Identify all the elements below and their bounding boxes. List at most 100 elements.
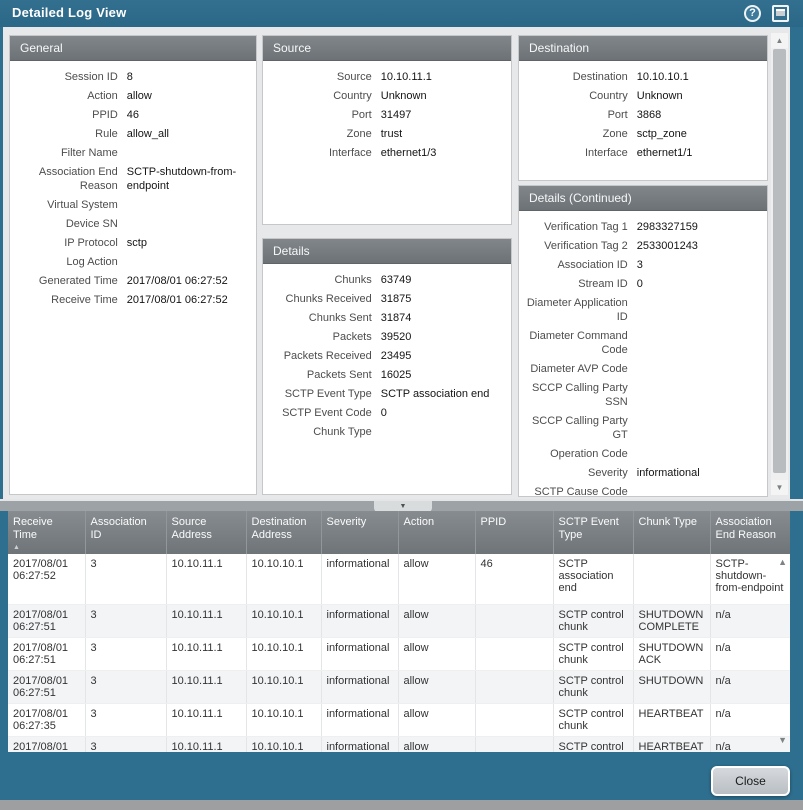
- column-header-association-id[interactable]: Association ID: [85, 511, 166, 554]
- field-value: allow: [127, 89, 249, 103]
- field-zone: Zonetrust: [267, 127, 504, 141]
- field-chunks-received: Chunks Received31875: [267, 292, 504, 306]
- column-header-chunk-type[interactable]: Chunk Type: [633, 511, 710, 554]
- field-label: Zone: [523, 127, 637, 141]
- column-header-receive-time[interactable]: Receive Time▲: [8, 511, 85, 554]
- field-label: Interface: [267, 146, 381, 160]
- scrollbar-thumb[interactable]: [773, 49, 786, 473]
- cell-association-id: 3: [85, 703, 166, 736]
- field-label: Receive Time: [14, 293, 127, 307]
- column-header-destination-address[interactable]: Destination Address: [246, 511, 321, 554]
- field-device-sn: Device SN: [14, 217, 249, 231]
- scroll-down-icon[interactable]: ▼: [771, 480, 788, 495]
- field-value: [637, 362, 760, 376]
- panel-details: Details Chunks63749 Chunks Received31875…: [262, 238, 512, 495]
- cell-action: allow: [398, 637, 475, 670]
- column-header-association-end-reason[interactable]: Association End Reason: [710, 511, 790, 554]
- panel-details-body: Chunks63749 Chunks Received31875 Chunks …: [263, 264, 511, 448]
- field-value: SCTP-shutdown-from-endpoint: [127, 165, 249, 193]
- table-row[interactable]: 2017/08/01 06:27:51 3 10.10.11.1 10.10.1…: [8, 604, 790, 637]
- column-header-sctp-event-type[interactable]: SCTP Event Type: [553, 511, 633, 554]
- cell-destination-address: 10.10.10.1: [246, 637, 321, 670]
- help-icon[interactable]: ?: [744, 5, 761, 22]
- related-logs-table: Receive Time▲ Association ID Source Addr…: [8, 511, 790, 752]
- cell-chunk-type: SHUTDOWN ACK: [633, 637, 710, 670]
- cell-severity: informational: [321, 604, 398, 637]
- cell-association-id: 3: [85, 604, 166, 637]
- field-label: Rule: [14, 127, 127, 141]
- field-label: Verification Tag 1: [523, 220, 637, 234]
- detail-panels-region: General Session ID8 Actionallow PPID46 R…: [0, 27, 803, 499]
- field-label: PPID: [14, 108, 127, 122]
- background-bottom-strip: [0, 800, 803, 810]
- field-diameter-application-id: Diameter Application ID: [523, 296, 760, 324]
- close-button[interactable]: Close: [711, 766, 790, 796]
- field-label: Zone: [267, 127, 381, 141]
- cell-association-id: 3: [85, 554, 166, 604]
- table-row[interactable]: 2017/08/01 06:27:52 3 10.10.11.1 10.10.1…: [8, 554, 790, 604]
- field-sccp-calling-party-ssn: SCCP Calling Party SSN: [523, 381, 760, 409]
- table-row[interactable]: 2017/08/01 06:27:35 3 10.10.11.1 10.10.1…: [8, 703, 790, 736]
- cell-source-address: 10.10.11.1: [166, 604, 246, 637]
- field-verification-tag-1: Verification Tag 12983327159: [523, 220, 760, 234]
- column-header-source-address[interactable]: Source Address: [166, 511, 246, 554]
- field-label: SCTP Event Code: [267, 406, 381, 420]
- cell-receive-time: 2017/08/01 06:27:52: [8, 554, 85, 604]
- field-label: Log Action: [14, 255, 127, 269]
- field-label: Association End Reason: [14, 165, 127, 193]
- field-packets-received: Packets Received23495: [267, 349, 504, 363]
- column-header-ppid[interactable]: PPID: [475, 511, 553, 554]
- field-country: CountryUnknown: [267, 89, 504, 103]
- table-row[interactable]: 2017/08/01 06:27:51 3 10.10.11.1 10.10.1…: [8, 670, 790, 703]
- table-row[interactable]: 2017/08/01 06:27:51 3 10.10.11.1 10.10.1…: [8, 637, 790, 670]
- cell-association-end-reason: n/a: [710, 703, 790, 736]
- field-label: Diameter Command Code: [523, 329, 637, 357]
- cell-association-end-reason: n/a: [710, 604, 790, 637]
- field-value: [637, 329, 760, 357]
- table-scroll-down-icon[interactable]: ▼: [778, 735, 787, 745]
- cell-association-end-reason: n/a: [710, 637, 790, 670]
- field-sctp-event-code: SCTP Event Code0: [267, 406, 504, 420]
- table-row[interactable]: 2017/08/01 06:27:35 3 10.10.11.1 10.10.1…: [8, 736, 790, 752]
- panel-table-splitter: ▼: [0, 499, 803, 511]
- cell-source-address: 10.10.11.1: [166, 554, 246, 604]
- panel-source: Source Source10.10.11.1 CountryUnknown P…: [262, 35, 512, 225]
- dialog-title: Detailed Log View: [12, 5, 126, 20]
- cell-destination-address: 10.10.10.1: [246, 736, 321, 752]
- cell-sctp-event-type: SCTP control chunk: [553, 736, 633, 752]
- field-diameter-command-code: Diameter Command Code: [523, 329, 760, 357]
- field-port: Port3868: [523, 108, 760, 122]
- field-verification-tag-2: Verification Tag 22533001243: [523, 239, 760, 253]
- cell-destination-address: 10.10.10.1: [246, 604, 321, 637]
- field-label: Device SN: [14, 217, 127, 231]
- field-value: [381, 425, 504, 439]
- field-label: Chunks Received: [267, 292, 381, 306]
- field-value: 39520: [381, 330, 504, 344]
- field-label: Severity: [523, 466, 637, 480]
- field-filter-name: Filter Name: [14, 146, 249, 160]
- scroll-up-icon[interactable]: ▲: [771, 33, 788, 48]
- panels-scrollbar[interactable]: ▲ ▼: [771, 33, 788, 495]
- cell-chunk-type: SHUTDOWN COMPLETE: [633, 604, 710, 637]
- field-session-id: Session ID8: [14, 70, 249, 84]
- column-header-action[interactable]: Action: [398, 511, 475, 554]
- field-label: SCTP Event Type: [267, 387, 381, 401]
- field-label: Diameter Application ID: [523, 296, 637, 324]
- field-operation-code: Operation Code: [523, 447, 760, 461]
- field-label: Packets Received: [267, 349, 381, 363]
- field-value: Unknown: [637, 89, 760, 103]
- column-header-severity[interactable]: Severity: [321, 511, 398, 554]
- cell-receive-time: 2017/08/01 06:27:51: [8, 670, 85, 703]
- field-rule: Ruleallow_all: [14, 127, 249, 141]
- window-restore-icon[interactable]: [772, 5, 789, 22]
- field-value: ethernet1/3: [381, 146, 504, 160]
- field-value: [637, 381, 760, 409]
- panel-details-continued-body: Verification Tag 12983327159 Verificatio…: [519, 211, 767, 508]
- panel-destination-body: Destination10.10.10.1 CountryUnknown Por…: [519, 61, 767, 169]
- panel-source-body: Source10.10.11.1 CountryUnknown Port3149…: [263, 61, 511, 169]
- field-chunks-sent: Chunks Sent31874: [267, 311, 504, 325]
- cell-destination-address: 10.10.10.1: [246, 554, 321, 604]
- table-scroll-up-icon[interactable]: ▲: [778, 557, 787, 567]
- field-label: Verification Tag 2: [523, 239, 637, 253]
- cell-action: allow: [398, 670, 475, 703]
